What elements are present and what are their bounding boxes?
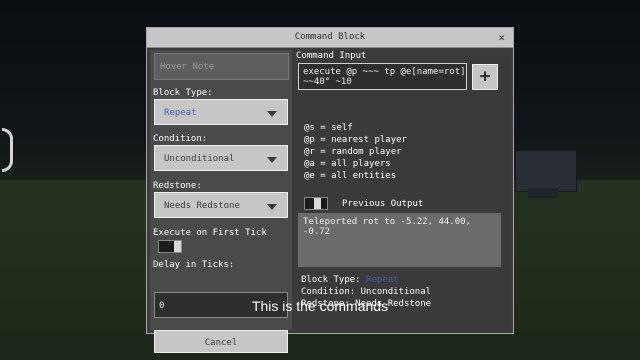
help-item: @s = self — [304, 123, 353, 133]
command-block-window: Command Block ✕ Hover Note Block Type: R… — [146, 27, 514, 353]
window-title: Command Block — [294, 32, 366, 42]
command-input[interactable]: execute @p ~~~ tp @e[name=rot] ~~40° ~10 — [298, 63, 467, 90]
help-item: @r = random player — [304, 147, 402, 157]
command-input-label: Command Input — [296, 51, 367, 61]
command-panel: Command Input execute @p ~~~ tp @e[name=… — [296, 50, 510, 330]
redstone-dropdown[interactable]: Needs Redstone — [154, 192, 288, 218]
settings-panel: Hover Note Block Type: Repeat Condition:… — [150, 50, 292, 353]
anvil-block — [515, 150, 577, 192]
help-item: @a = all players — [304, 159, 391, 169]
summary-block-type-value: Repeat — [366, 275, 399, 285]
video-subtitle: This is the commands — [251, 298, 389, 314]
cancel-label: Cancel — [204, 338, 238, 348]
hover-note-input[interactable]: Hover Note — [154, 53, 289, 80]
close-icon[interactable]: ✕ — [498, 31, 505, 44]
first-tick-toggle[interactable] — [158, 240, 182, 253]
toggle-knob — [174, 241, 181, 252]
previous-output-box: Teleported rot to -5.22, 44.00, -0.72 — [298, 213, 501, 267]
block-type-value: Repeat — [164, 108, 197, 118]
chevron-down-icon — [267, 204, 277, 210]
cancel-button[interactable]: Cancel — [154, 330, 288, 353]
title-bar: Command Block ✕ — [147, 28, 513, 48]
first-tick-label: Execute on First Tick — [153, 228, 267, 238]
help-item: @p = nearest player — [304, 135, 407, 145]
condition-dropdown[interactable]: Unconditional — [154, 145, 288, 171]
redstone-value: Needs Redstone — [164, 201, 240, 211]
previous-output-toggle[interactable] — [304, 197, 328, 210]
chevron-down-icon — [267, 111, 277, 117]
condition-value: Unconditional — [164, 154, 235, 164]
toggle-knob — [314, 198, 321, 209]
redstone-label: Redstone: — [153, 181, 202, 191]
anvil-base — [528, 188, 558, 198]
chevron-down-icon — [267, 157, 277, 163]
help-item: @e = all entities — [304, 171, 397, 181]
output-text: Teleported rot to -5.22, 44.00, -0.72 — [303, 217, 471, 237]
summary-block-type-label: Block Type: — [301, 275, 367, 285]
add-command-button[interactable]: + — [472, 64, 498, 90]
condition-label: Condition: — [153, 134, 208, 144]
summary-condition: Condition: Unconditional — [301, 287, 432, 297]
bracket-icon — [2, 128, 13, 172]
delay-label: Delay in Ticks: — [153, 260, 235, 270]
selector-help-list: @s = self @p = nearest player @r = rando… — [304, 122, 407, 182]
block-type-dropdown[interactable]: Repeat — [154, 99, 288, 125]
block-type-label: Block Type: — [153, 88, 213, 98]
previous-output-label: Previous Output — [342, 199, 424, 209]
hover-note-placeholder: Hover Note — [160, 62, 215, 72]
